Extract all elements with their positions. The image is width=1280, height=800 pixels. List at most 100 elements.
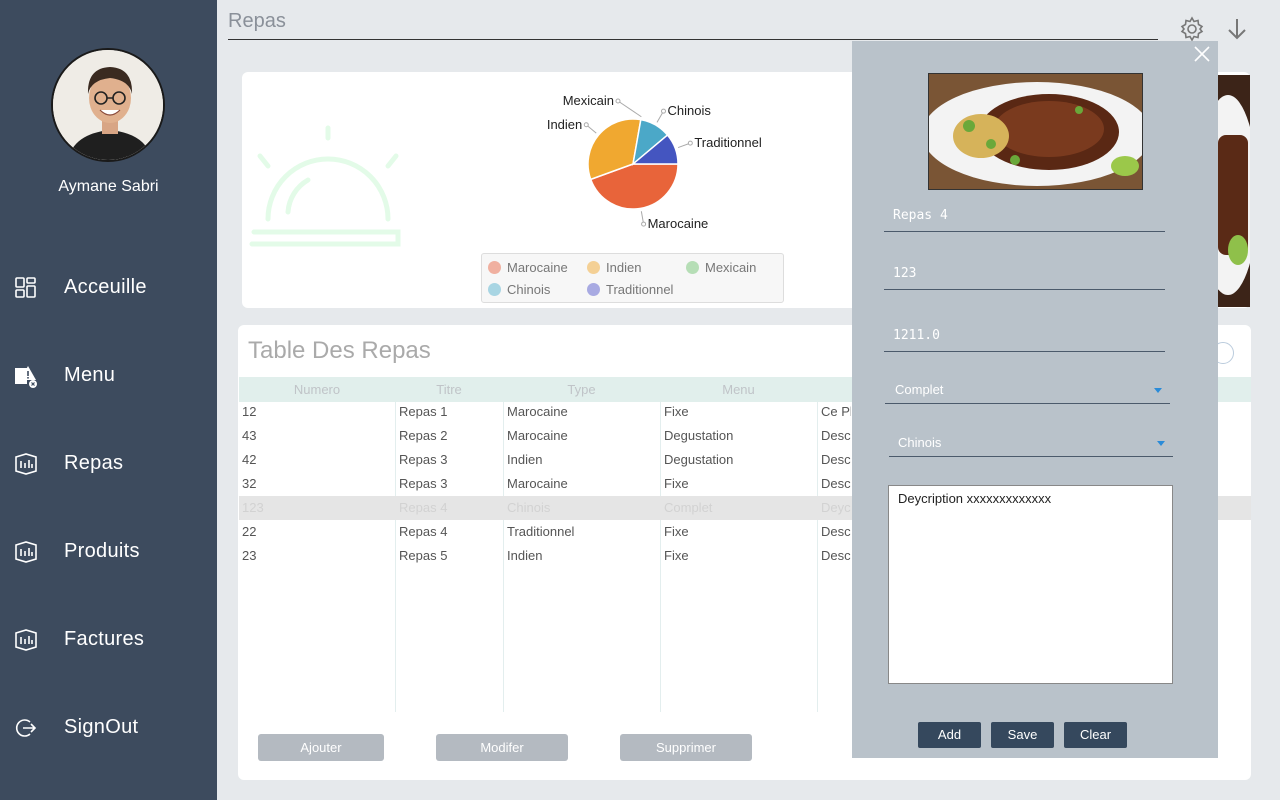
description-textarea[interactable]: Deycription xxxxxxxxxxxxx — [888, 485, 1173, 684]
table-cell: Repas 2 — [399, 428, 448, 443]
type-select-value: Chinois — [898, 435, 942, 450]
titre-field[interactable]: Repas 4 — [884, 208, 1165, 232]
invoice-icon — [15, 629, 37, 651]
menu-select-value: Complet — [895, 382, 944, 397]
sidebar-item-label: Factures — [64, 628, 145, 650]
pie-label-dot — [661, 108, 666, 114]
table-cell: Fixe — [664, 524, 689, 539]
menu-select[interactable]: Complet — [885, 382, 1170, 404]
meal-icon — [15, 453, 37, 475]
table-cell: 23 — [242, 548, 257, 563]
table-cell: 12 — [242, 404, 257, 419]
column-header[interactable]: Titre — [395, 382, 503, 397]
prix-field[interactable]: 1211.0 — [884, 328, 1165, 352]
download-arrow-icon[interactable] — [1224, 16, 1250, 42]
avatar — [51, 48, 165, 162]
pie-label: Traditionnel — [694, 135, 762, 150]
numero-field[interactable]: 123 — [884, 266, 1165, 290]
pie-label: Marocaine — [648, 216, 709, 231]
sidebar-item-label: Produits — [64, 540, 140, 562]
table-cell: 43 — [242, 428, 257, 443]
type-select[interactable]: Chinois — [889, 435, 1173, 457]
dashboard-icon — [15, 277, 36, 298]
pie-label-dot — [687, 140, 693, 146]
signout-icon — [15, 719, 37, 737]
pie-label-dot — [641, 221, 647, 227]
chevron-down-icon — [1154, 388, 1162, 393]
pie-label: Indien — [547, 117, 582, 132]
table-cell: Marocaine — [507, 476, 568, 491]
save-button[interactable]: Save — [991, 722, 1054, 748]
sidebar-item-menu[interactable]: Menu — [0, 352, 217, 400]
pie-label-dot — [615, 98, 621, 104]
table-cell: 123 — [242, 500, 264, 515]
chart-legend: Marocaine Indien Mexicain Chinois Tradit… — [481, 253, 784, 303]
column-header[interactable]: Numero — [239, 382, 395, 397]
table-cell: Complet — [664, 500, 713, 515]
sidebar-item-factures[interactable]: Factures — [0, 616, 217, 664]
table-cell: Desc — [821, 428, 851, 443]
modifier-button[interactable]: Modifer — [436, 734, 568, 761]
table-cell: Degustation — [664, 428, 734, 443]
sidebar-item-label: SignOut — [64, 716, 139, 738]
table-cell: Indien — [507, 452, 543, 467]
meal-photo — [928, 73, 1143, 190]
table-cell: Marocaine — [507, 428, 568, 443]
sidebar-item-label: Repas — [64, 452, 124, 474]
table-cell: 32 — [242, 476, 257, 491]
meal-type-pie-chart: Marocaine Indien Mexicain Chinois Traditionn… — [547, 93, 762, 231]
legend-item: Chinois — [488, 282, 550, 297]
table-cell: 42 — [242, 452, 257, 467]
legend-item: Indien — [587, 260, 641, 275]
gear-icon[interactable] — [1179, 16, 1205, 42]
sidebar-item-produits[interactable]: Produits — [0, 528, 217, 576]
table-cell: Deyc — [821, 500, 851, 515]
column-header[interactable]: Menu — [660, 382, 817, 397]
table-cell: Degustation — [664, 452, 734, 467]
table-cell: Desc — [821, 452, 851, 467]
sidebar-item-label: Menu — [64, 364, 116, 386]
table-cell: Fixe — [664, 548, 689, 563]
table-cell: Desc — [821, 548, 851, 563]
table-cell: Repas 3 — [399, 452, 448, 467]
menu-alert-icon — [15, 366, 37, 388]
column-header[interactable]: Type — [503, 382, 660, 397]
chevron-down-icon — [1157, 441, 1165, 446]
legend-item: Marocaine — [488, 260, 568, 275]
table-cell: 22 — [242, 524, 257, 539]
clear-button[interactable]: Clear — [1064, 722, 1127, 748]
serving-cloche-icon — [249, 125, 401, 247]
legend-item: Mexicain — [686, 260, 756, 275]
add-button[interactable]: Add — [918, 722, 981, 748]
table-cell: Repas 5 — [399, 548, 448, 563]
table-cell: Desc — [821, 524, 851, 539]
pie-label-leader — [617, 100, 642, 118]
table-title: Table Des Repas — [248, 337, 431, 364]
table-cell: Ce Pl — [821, 404, 851, 419]
sidebar: Aymane Sabri Acceuille Menu Repas Produi… — [0, 0, 217, 800]
user-name: Aymane Sabri — [58, 178, 159, 195]
table-cell: Fixe — [664, 476, 689, 491]
table-cell: Chinois — [507, 500, 551, 515]
table-cell: Marocaine — [507, 404, 568, 419]
meal-photo-preview — [1218, 75, 1250, 307]
sidebar-item-acceuille[interactable]: Acceuille — [0, 264, 217, 312]
sidebar-item-repas[interactable]: Repas — [0, 440, 217, 488]
ajouter-button[interactable]: Ajouter — [258, 734, 384, 761]
table-cell: Desc — [821, 476, 851, 491]
pie-label-dot — [583, 122, 589, 128]
table-cell: Repas 4 — [399, 524, 448, 539]
sidebar-item-signout[interactable]: SignOut — [0, 704, 217, 752]
close-icon[interactable] — [1193, 45, 1211, 63]
table-cell: Indien — [507, 548, 543, 563]
pie-label: Chinois — [668, 103, 712, 118]
table-cell: Fixe — [664, 404, 689, 419]
pie-label: Mexicain — [563, 93, 614, 108]
page-title: Repas — [228, 10, 286, 32]
title-underline — [228, 39, 1158, 40]
table-cell: Repas 1 — [399, 404, 448, 419]
legend-item: Traditionnel — [587, 282, 673, 297]
supprimer-button[interactable]: Supprimer — [620, 734, 752, 761]
sidebar-item-label: Acceuille — [64, 276, 147, 298]
table-cell: Repas 3 — [399, 476, 448, 491]
